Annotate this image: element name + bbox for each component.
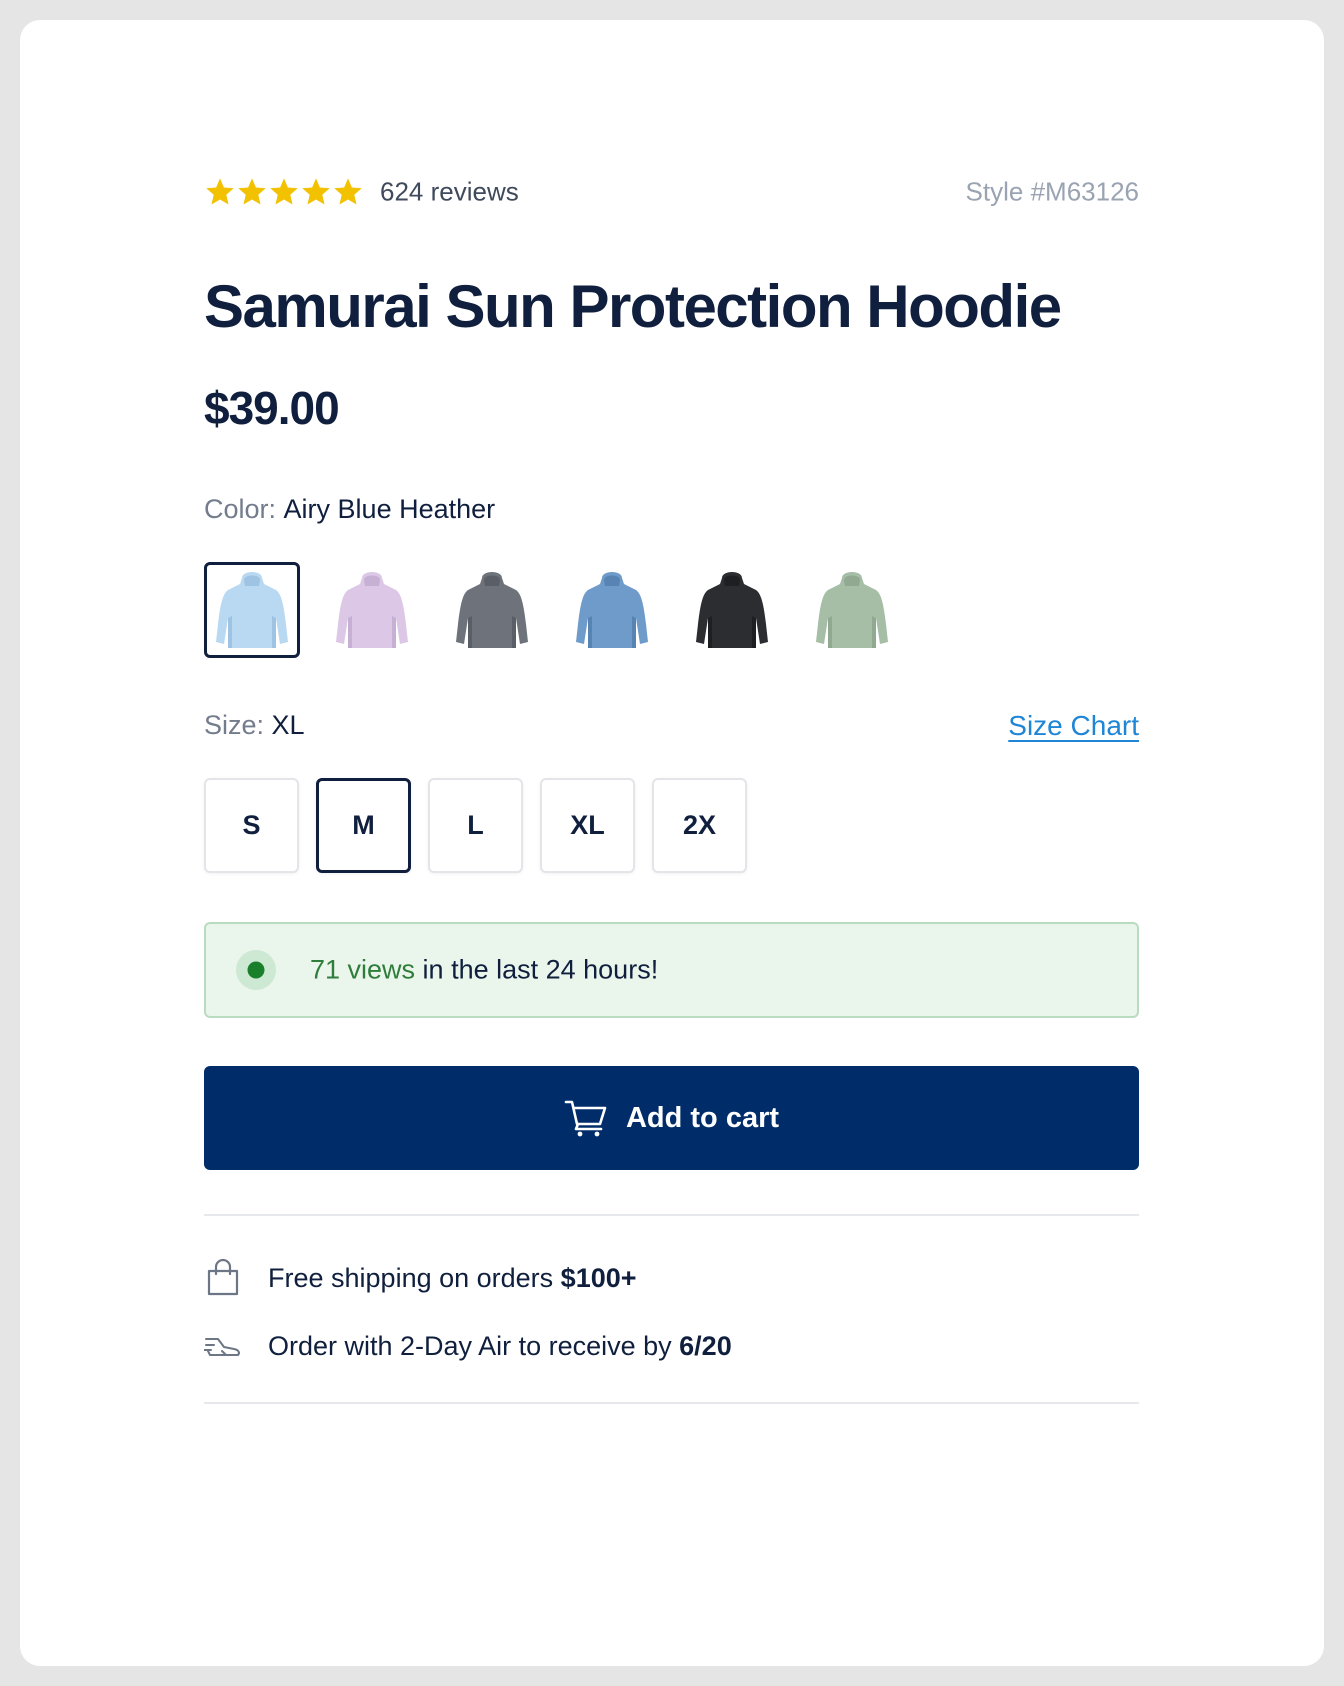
add-to-cart-button[interactable]: Add to cart [204,1066,1139,1170]
hoodie-icon [696,572,768,648]
size-label: Size: [204,710,265,740]
color-swatch[interactable] [804,562,900,658]
star-icon [302,178,330,205]
rating-row: 624 reviews Style #M63126 [204,170,1139,210]
star-icon [334,178,362,205]
color-swatches [204,562,900,658]
live-dot [247,961,265,979]
size-option-xl[interactable]: XL [540,778,635,873]
shipping-info: Free shipping on orders $100+ [204,1258,637,1298]
color-swatch[interactable] [564,562,660,658]
shipping-threshold: $100+ [560,1262,637,1293]
hoodie-icon [576,572,648,648]
color-swatch[interactable] [444,562,540,658]
shipping-text: Free shipping on orders $100+ [268,1263,637,1294]
size-options: S M L XL 2X [204,778,747,873]
hoodie-icon [456,572,528,648]
size-header: Size: XL Size Chart [204,708,1139,748]
product-title: Samurai Sun Protection Hoodie [204,273,1062,340]
shipping-prefix: Free shipping on orders [268,1262,561,1293]
star-rating[interactable] [204,176,364,208]
product-panel: 624 reviews Style #M63126 Samurai Sun Pr… [20,20,1324,1666]
color-swatch[interactable] [324,562,420,658]
shopping-bag-icon [204,1259,242,1297]
cart-icon [564,1098,608,1138]
size-selection-label: Size: XL [204,708,305,742]
hoodie-icon [336,572,408,648]
color-swatch[interactable] [684,562,780,658]
views-suffix: in the last 24 hours! [415,954,659,985]
selected-size-name: XL [271,710,305,740]
style-number: Style #M63126 [965,176,1139,207]
color-label: Color: [204,494,277,524]
divider-top [204,1214,1139,1216]
size-option-l[interactable]: L [428,778,523,873]
star-icon [238,178,266,205]
divider-bottom [204,1402,1139,1404]
size-option-2x[interactable]: 2X [652,778,747,873]
live-indicator-icon [236,950,276,990]
product-price: $39.00 [204,382,340,434]
color-swatch[interactable] [204,562,300,658]
add-to-cart-label: Add to cart [625,1101,780,1134]
views-banner: 71 views in the last 24 hours! [204,922,1139,1018]
views-count: 71 views [310,954,416,985]
size-option-s[interactable]: S [204,778,299,873]
delivery-text: Order with 2-Day Air to receive by 6/20 [268,1331,732,1362]
color-selection-label: Color: Airy Blue Heather [204,492,495,526]
fast-shoe-icon [204,1327,242,1365]
size-option-m[interactable]: M [316,778,411,873]
hoodie-icon [216,572,288,648]
star-icon [206,178,234,205]
delivery-info: Order with 2-Day Air to receive by 6/20 [204,1326,732,1366]
views-message: 71 views in the last 24 hours! [310,955,658,986]
size-chart-link[interactable]: Size Chart [1008,708,1139,744]
hoodie-icon [816,572,888,648]
delivery-prefix: Order with 2-Day Air to receive by [268,1330,680,1361]
reviews-link[interactable]: 624 reviews [380,177,519,208]
selected-color-name: Airy Blue Heather [283,494,496,524]
star-icon [270,178,298,205]
delivery-date: 6/20 [679,1330,732,1361]
